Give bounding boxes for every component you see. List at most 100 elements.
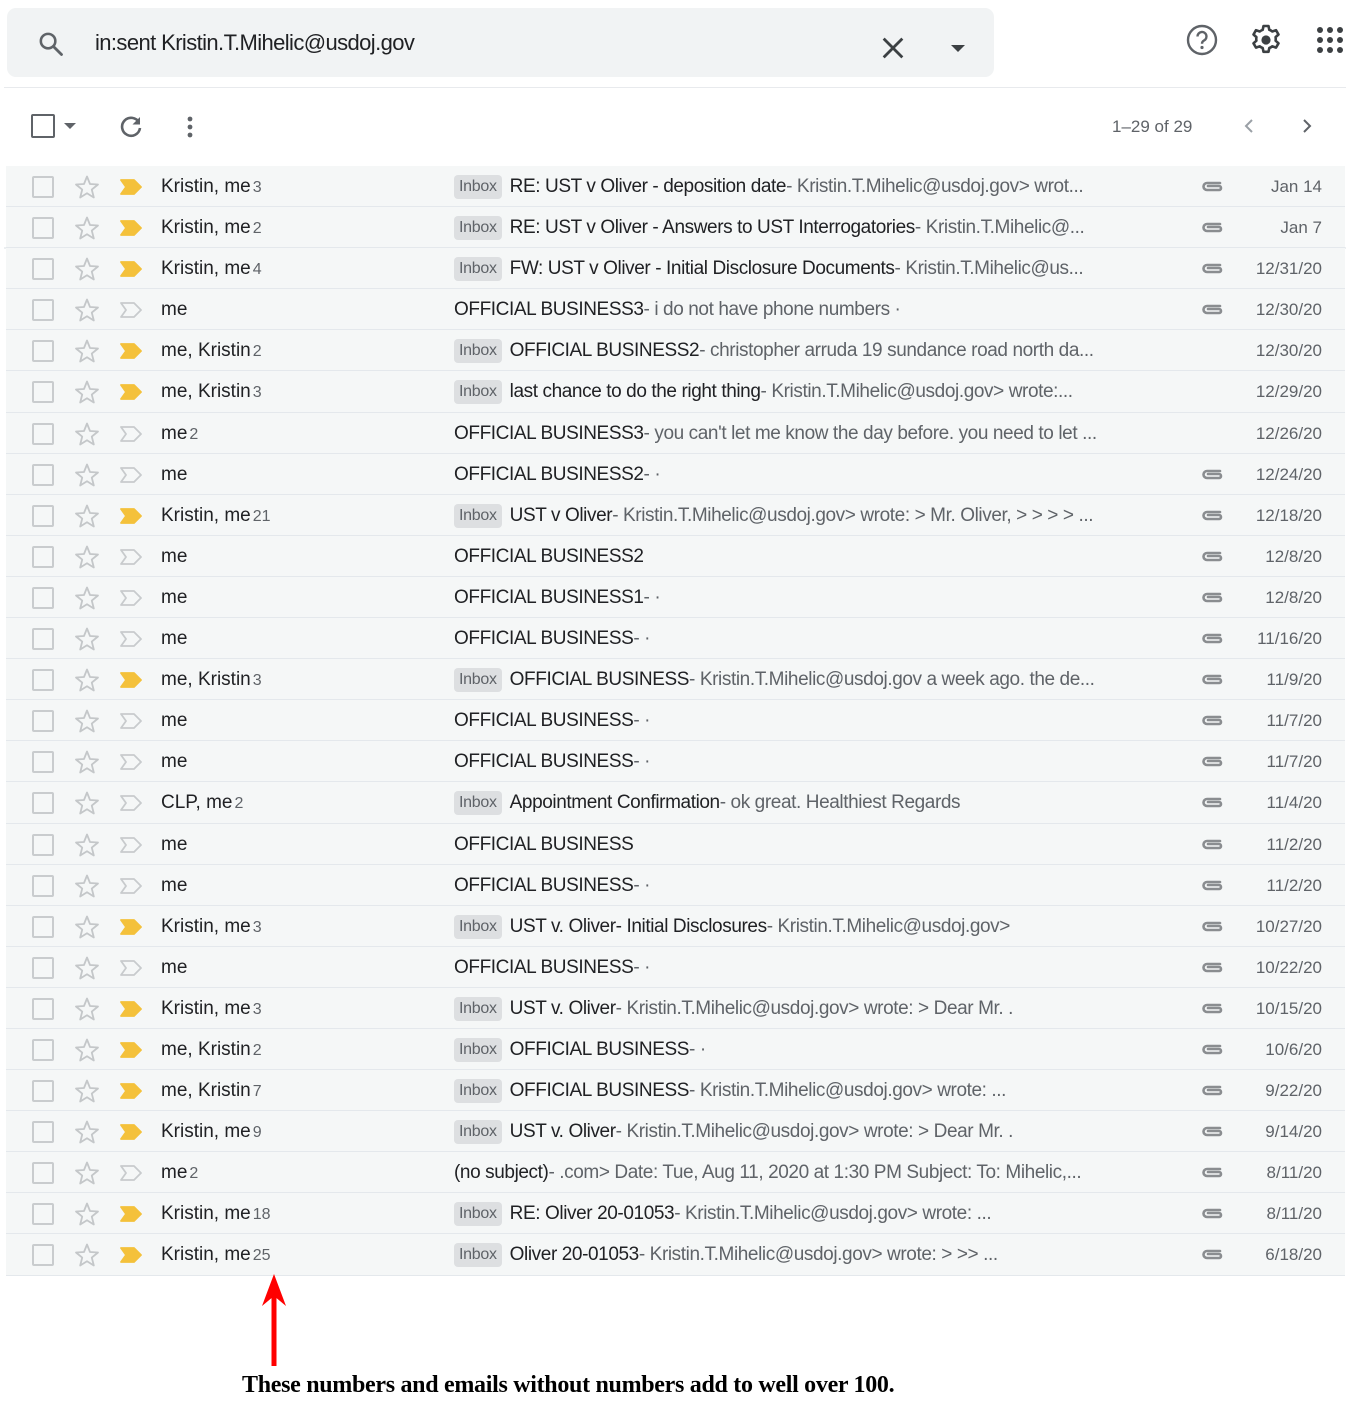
row-checkbox[interactable] [32, 997, 54, 1020]
star-icon[interactable] [74, 462, 100, 488]
message-row[interactable]: me, Kristin 3 Inbox last chance to do the… [6, 371, 1345, 413]
star-icon[interactable] [74, 1242, 100, 1268]
message-row[interactable]: Kristin, me 21 Inbox UST v Oliver - Krist… [6, 494, 1345, 536]
row-checkbox[interactable] [32, 1162, 54, 1185]
inbox-label-badge[interactable]: Inbox [454, 914, 502, 939]
important-marker-icon[interactable] [119, 383, 143, 401]
not-important-marker-icon[interactable] [119, 836, 143, 854]
message-row[interactable]: me, Kristin 2 Inbox OFFICIAL BUSINESS - ·… [6, 1028, 1345, 1071]
search-bar[interactable]: in:sent Kristin.T.Mihelic@usdoj.gov [7, 8, 994, 77]
row-checkbox[interactable] [32, 956, 54, 979]
message-row[interactable]: me OFFICIAL BUSINESS2 12/8/20 [6, 535, 1345, 577]
row-checkbox[interactable] [32, 1038, 54, 1061]
important-marker-icon[interactable] [119, 1246, 143, 1264]
message-row[interactable]: Kristin, me 3 Inbox UST v. Oliver - Krist… [6, 987, 1345, 1029]
message-row[interactable]: Kristin, me 9 Inbox UST v. Oliver - Krist… [6, 1111, 1345, 1153]
inbox-label-badge[interactable]: Inbox [454, 216, 502, 241]
inbox-label-badge[interactable]: Inbox [454, 503, 502, 528]
chevron-right-icon[interactable] [1296, 114, 1318, 138]
message-row[interactable]: Kristin, me 4 Inbox FW: UST v Oliver - In… [6, 248, 1345, 290]
inbox-label-badge[interactable]: Inbox [454, 668, 502, 693]
row-checkbox[interactable] [32, 751, 54, 774]
star-icon[interactable] [74, 379, 100, 405]
row-checkbox[interactable] [32, 176, 54, 198]
inbox-label-badge[interactable]: Inbox [454, 1079, 502, 1104]
star-icon[interactable] [74, 544, 100, 570]
star-icon[interactable] [74, 256, 100, 282]
message-row[interactable]: me OFFICIAL BUSINESS3 - i do not have ph… [6, 289, 1345, 331]
chevron-left-icon[interactable] [1238, 114, 1260, 138]
row-checkbox[interactable] [32, 628, 54, 651]
message-row[interactable]: me 2 OFFICIAL BUSINESS3 - you can't let m… [6, 412, 1345, 454]
message-row[interactable]: me, Kristin 7 Inbox OFFICIAL BUSINESS - K… [6, 1070, 1345, 1112]
apps-grid-icon[interactable] [1313, 22, 1349, 58]
star-icon[interactable] [74, 174, 100, 200]
star-icon[interactable] [74, 790, 100, 816]
star-icon[interactable] [74, 297, 100, 323]
inbox-label-badge[interactable]: Inbox [454, 1202, 502, 1227]
not-important-marker-icon[interactable] [119, 712, 143, 730]
message-row[interactable]: me OFFICIAL BUSINESS1 - · 12/8/20 [6, 576, 1345, 619]
star-icon[interactable] [74, 708, 100, 734]
message-row[interactable]: Kristin, me 3 Inbox RE: UST v Oliver - de… [6, 166, 1345, 208]
search-icon[interactable] [37, 30, 65, 58]
not-important-marker-icon[interactable] [119, 1164, 143, 1182]
important-marker-icon[interactable] [119, 178, 143, 196]
star-icon[interactable] [74, 338, 100, 364]
message-row[interactable]: CLP, me 2 Inbox Appointment Confirmation … [6, 782, 1345, 824]
message-row[interactable]: Kristin, me 18 Inbox RE: Oliver 20-01053 … [6, 1193, 1345, 1235]
important-marker-icon[interactable] [119, 671, 143, 689]
not-important-marker-icon[interactable] [119, 466, 143, 484]
row-checkbox[interactable] [32, 340, 54, 363]
important-marker-icon[interactable] [119, 219, 143, 237]
important-marker-icon[interactable] [119, 342, 143, 360]
star-icon[interactable] [74, 873, 100, 899]
row-checkbox[interactable] [32, 381, 54, 404]
message-row[interactable]: me, Kristin 2 Inbox OFFICIAL BUSINESS2 - … [6, 330, 1345, 372]
important-marker-icon[interactable] [119, 1000, 143, 1018]
row-checkbox[interactable] [32, 545, 54, 568]
row-checkbox[interactable] [32, 710, 54, 733]
message-row[interactable]: me OFFICIAL BUSINESS2 - · 12/24/20 [6, 453, 1345, 495]
message-row[interactable]: me, Kristin 3 Inbox OFFICIAL BUSINESS - K… [6, 659, 1345, 701]
row-checkbox[interactable] [32, 422, 54, 445]
search-options-caret-icon[interactable] [945, 38, 971, 58]
row-checkbox[interactable] [32, 669, 54, 692]
select-options-caret-icon[interactable] [64, 123, 76, 129]
star-icon[interactable] [74, 749, 100, 775]
more-vert-icon[interactable] [180, 112, 200, 142]
important-marker-icon[interactable] [119, 507, 143, 525]
row-checkbox[interactable] [32, 1244, 54, 1267]
message-row[interactable]: me OFFICIAL BUSINESS - · 11/2/20 [6, 864, 1345, 906]
row-checkbox[interactable] [32, 1080, 54, 1103]
important-marker-icon[interactable] [119, 1205, 143, 1223]
not-important-marker-icon[interactable] [119, 630, 143, 648]
row-checkbox[interactable] [32, 258, 54, 281]
star-icon[interactable] [74, 955, 100, 981]
inbox-label-badge[interactable]: Inbox [454, 1120, 502, 1145]
inbox-label-badge[interactable]: Inbox [454, 1037, 502, 1062]
row-checkbox[interactable] [32, 874, 54, 897]
not-important-marker-icon[interactable] [119, 959, 143, 977]
star-icon[interactable] [74, 914, 100, 940]
important-marker-icon[interactable] [119, 1041, 143, 1059]
inbox-label-badge[interactable]: Inbox [454, 339, 502, 364]
search-input[interactable]: in:sent Kristin.T.Mihelic@usdoj.gov [95, 30, 415, 56]
row-checkbox[interactable] [32, 504, 54, 527]
row-checkbox[interactable] [32, 1203, 54, 1226]
gear-icon[interactable] [1248, 22, 1284, 58]
row-checkbox[interactable] [32, 217, 54, 240]
star-icon[interactable] [74, 626, 100, 652]
message-row[interactable]: me OFFICIAL BUSINESS - · 11/7/20 [6, 741, 1345, 783]
message-row[interactable]: me OFFICIAL BUSINESS - · 11/16/20 [6, 618, 1345, 660]
star-icon[interactable] [74, 503, 100, 529]
refresh-icon[interactable] [116, 112, 146, 142]
star-icon[interactable] [74, 1078, 100, 1104]
important-marker-icon[interactable] [119, 1123, 143, 1141]
message-row[interactable]: Kristin, me 25 Inbox Oliver 20-01053 - Kr… [6, 1234, 1345, 1276]
star-icon[interactable] [74, 585, 100, 611]
select-all-checkbox[interactable] [31, 114, 55, 138]
star-icon[interactable] [74, 1037, 100, 1063]
row-checkbox[interactable] [32, 586, 54, 609]
message-row[interactable]: me OFFICIAL BUSINESS - · 10/22/20 [6, 946, 1345, 988]
